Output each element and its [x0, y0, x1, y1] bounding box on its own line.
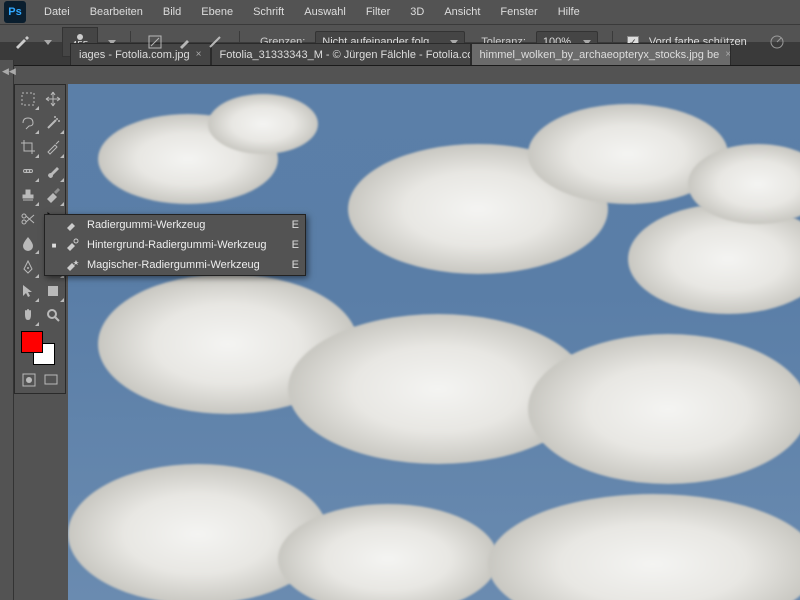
tab-2[interactable]: himmel_wolken_by_archaeopteryx_stocks.jp… [471, 43, 731, 65]
tab-1[interactable]: Fotolia_31333343_M - © Jürgen Fälchle - … [211, 43, 471, 65]
flyout-item-magic-eraser[interactable]: Magischer-Radiergummi-Werkzeug E [45, 255, 305, 275]
eraser-flyout: Radiergummi-Werkzeug E ■ Hintergrund-Rad… [44, 214, 306, 276]
marquee-tool[interactable] [15, 87, 40, 111]
menu-ebene[interactable]: Ebene [191, 2, 243, 22]
eraser-icon [65, 218, 79, 232]
menu-hilfe[interactable]: Hilfe [548, 2, 590, 22]
brush-tool[interactable] [40, 159, 65, 183]
pen-tool[interactable] [15, 255, 40, 279]
eraser-tool[interactable] [40, 183, 65, 207]
path-select-tool[interactable] [15, 279, 40, 303]
shape-tool[interactable] [40, 279, 65, 303]
current-tool-icon[interactable] [12, 31, 34, 53]
menu-fenster[interactable]: Fenster [490, 2, 547, 22]
menu-3d[interactable]: 3D [400, 2, 434, 22]
sampling-continuous-icon[interactable] [145, 32, 165, 52]
menu-auswahl[interactable]: Auswahl [294, 2, 356, 22]
menu-bearbeiten[interactable]: Bearbeiten [80, 2, 153, 22]
eyedropper-tool[interactable] [40, 135, 65, 159]
sampling-bg-icon[interactable] [205, 32, 225, 52]
menu-ansicht[interactable]: Ansicht [434, 2, 490, 22]
menu-filter[interactable]: Filter [356, 2, 400, 22]
healing-tool[interactable] [15, 159, 40, 183]
quickmask-icon[interactable] [21, 371, 37, 389]
magic-eraser-icon [65, 258, 79, 272]
document-tabs: iages - Fotolia.com.jpg× Fotolia_3133334… [0, 42, 800, 66]
menu-schrift[interactable]: Schrift [243, 2, 294, 22]
flyout-item-eraser[interactable]: Radiergummi-Werkzeug E [45, 215, 305, 235]
scissors-icon[interactable] [15, 207, 40, 231]
color-swatches[interactable] [21, 331, 55, 365]
app-logo: Ps [4, 1, 26, 23]
sampling-once-icon[interactable] [175, 32, 195, 52]
pressure-icon[interactable] [767, 32, 787, 52]
menu-datei[interactable]: Datei [34, 2, 80, 22]
crop-tool[interactable] [15, 135, 40, 159]
tab-close-icon[interactable]: × [725, 49, 730, 60]
flyout-item-bg-eraser[interactable]: ■ Hintergrund-Radiergummi-Werkzeug E [45, 235, 305, 255]
blur-tool[interactable] [15, 231, 40, 255]
tab-close-icon[interactable]: × [196, 49, 202, 60]
menu-bar: Ps Datei Bearbeiten Bild Ebene Schrift A… [0, 0, 800, 24]
screenmode-icon[interactable] [43, 371, 59, 389]
zoom-tool[interactable] [40, 303, 65, 327]
magic-wand-tool[interactable] [40, 111, 65, 135]
bg-eraser-icon [65, 238, 79, 252]
hand-tool[interactable] [15, 303, 40, 327]
tool-preset-arrow[interactable] [44, 40, 52, 45]
lasso-tool[interactable] [15, 111, 40, 135]
stamp-tool[interactable] [15, 183, 40, 207]
menu-bild[interactable]: Bild [153, 2, 191, 22]
panel-dock-strip[interactable]: ◀◀ [0, 60, 14, 600]
move-tool[interactable] [40, 87, 65, 111]
foreground-swatch[interactable] [21, 331, 43, 353]
canvas[interactable] [68, 84, 800, 600]
